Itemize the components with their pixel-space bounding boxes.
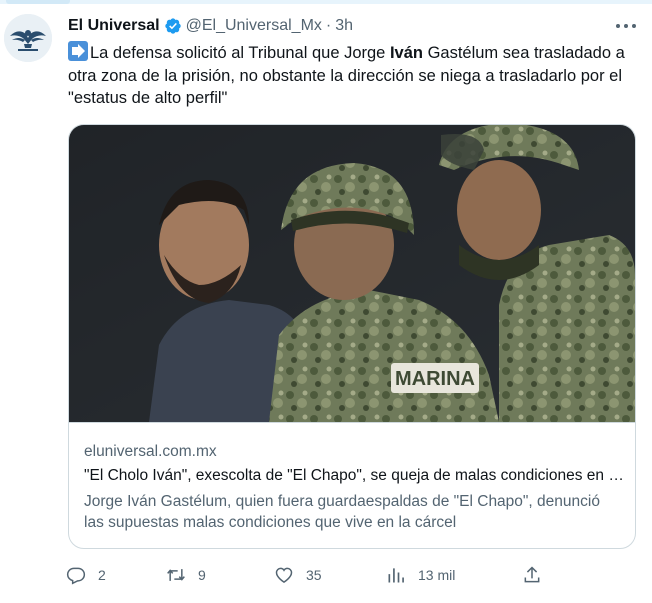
el-universal-eagle-logo-icon: [4, 14, 52, 62]
avatar[interactable]: [4, 14, 52, 62]
views-button[interactable]: 13 mil: [386, 563, 455, 587]
timestamp[interactable]: 3h: [335, 17, 353, 35]
right-arrow-emoji-icon: [68, 41, 88, 61]
author-handle[interactable]: @El_Universal_Mx: [186, 17, 322, 35]
reply-icon: [66, 567, 86, 585]
tweet-text: La defensa solicitó al Tribunal que Jorg…: [68, 41, 638, 110]
tweet-text-bold: Iván: [389, 44, 423, 62]
card-description: Jorge Iván Gastélum, quien fuera guardae…: [84, 493, 600, 531]
views-chart-icon: [388, 568, 404, 583]
repost-button[interactable]: 9: [166, 563, 206, 587]
card-domain: eluniversal.com.mx: [84, 443, 217, 460]
repost-count: 9: [198, 567, 206, 583]
tweet-text-part-1: La defensa solicitó al Tribunal que Jorg…: [90, 44, 390, 62]
reply-button[interactable]: 2: [66, 563, 106, 587]
repost-icon: [167, 569, 185, 581]
heart-icon: [275, 567, 293, 583]
action-bar: 2 9 35 13 mil: [66, 563, 566, 587]
verified-badge-icon: [164, 17, 182, 35]
link-card[interactable]: MARINA eluniversal.com.mx "El Cholo Iván…: [68, 124, 636, 549]
views-count: 13 mil: [418, 567, 456, 583]
share-icon: [524, 566, 540, 583]
tweet[interactable]: El Universal @El_Universal_Mx · 3h La de…: [0, 0, 652, 603]
tweet-header: El Universal @El_Universal_Mx · 3h: [68, 16, 353, 36]
like-count: 35: [306, 567, 322, 583]
author-name[interactable]: El Universal: [68, 17, 160, 35]
like-button[interactable]: 35: [274, 563, 322, 587]
svg-text:MARINA: MARINA: [395, 368, 475, 390]
link-card-meta[interactable]: eluniversal.com.mx "El Cholo Iván", exes…: [69, 422, 635, 548]
news-photo[interactable]: MARINA: [69, 125, 635, 422]
share-button[interactable]: [522, 563, 542, 587]
more-options-icon[interactable]: [616, 20, 636, 32]
separator-dot: ·: [325, 17, 332, 34]
reply-count: 2: [98, 567, 106, 583]
card-title: "El Cholo Iván", exescolta de "El Chapo"…: [84, 467, 624, 484]
